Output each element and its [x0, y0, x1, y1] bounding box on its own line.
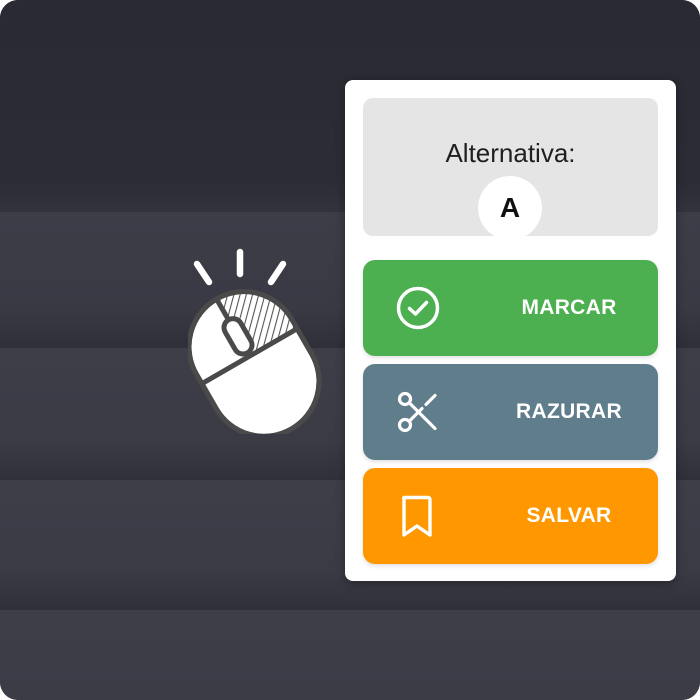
scissors-icon: [395, 389, 441, 435]
marcar-button-label: MARCAR: [521, 296, 617, 319]
bookmark-icon: [395, 493, 441, 539]
background-band: [0, 610, 700, 700]
salvar-button[interactable]: SALVAR: [363, 468, 658, 564]
check-circle-icon: [395, 285, 441, 331]
mouse-click-icon: [186, 244, 328, 439]
salvar-button-label: SALVAR: [526, 504, 612, 527]
alternative-card: Alternativa: A: [363, 98, 658, 240]
alternative-label: Alternativa:: [445, 138, 576, 168]
answer-panel: Alternativa: A MARCAR RAZURAR SALVAR: [345, 80, 676, 581]
razurar-button[interactable]: RAZURAR: [363, 364, 658, 460]
background: Alternativa: A MARCAR RAZURAR SALVAR: [0, 0, 700, 700]
razurar-button-label: RAZURAR: [516, 400, 622, 423]
alternative-option-badge[interactable]: A: [478, 176, 542, 240]
marcar-button[interactable]: MARCAR: [363, 260, 658, 356]
